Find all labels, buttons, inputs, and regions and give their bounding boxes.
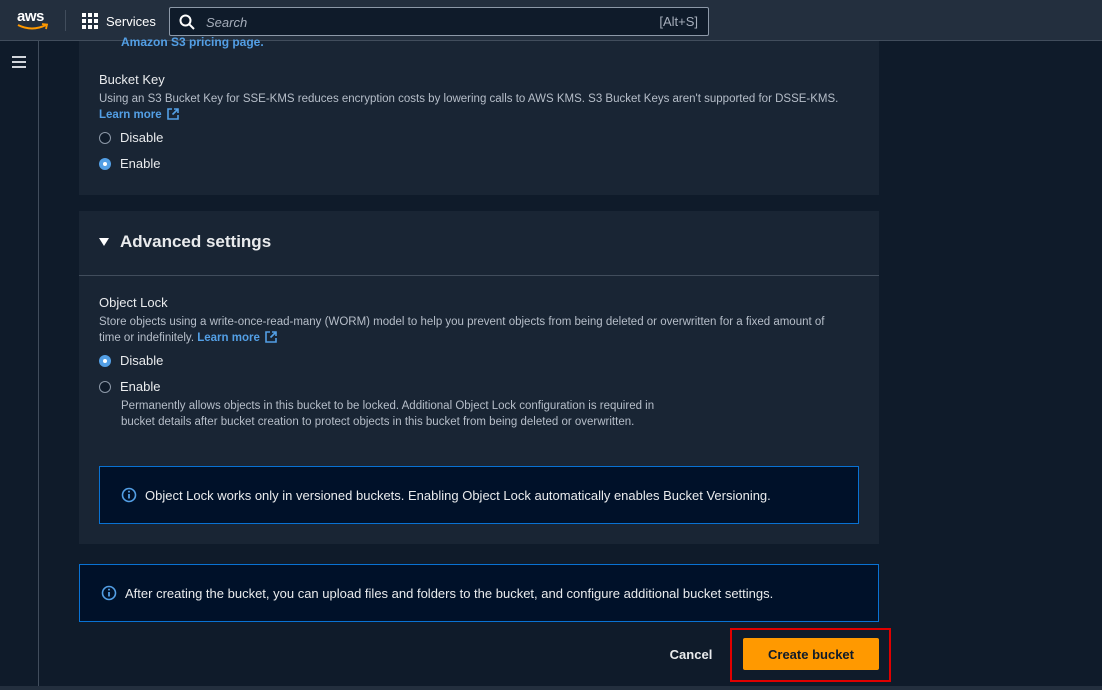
radio-label: Enable [120, 379, 161, 394]
search-shortcut-hint: [Alt+S] [659, 14, 698, 29]
aws-smile-icon [17, 23, 49, 30]
bucket-key-enable-radio[interactable]: Enable [99, 156, 160, 171]
object-lock-description: Store objects using a write-once-read-ma… [99, 314, 839, 346]
radio-button-selected[interactable] [99, 354, 111, 367]
s3-pricing-link[interactable]: Amazon S3 pricing page. [121, 35, 264, 49]
bucket-key-title: Bucket Key [99, 72, 165, 87]
bucket-key-disable-radio[interactable]: Disable [99, 130, 163, 145]
advanced-settings-header[interactable]: Advanced settings [79, 211, 879, 276]
cancel-button[interactable]: Cancel [662, 644, 720, 664]
caret-down-icon[interactable] [99, 238, 109, 246]
search-icon [179, 14, 195, 30]
advanced-settings-panel: Advanced settings Object Lock Store obje… [79, 211, 879, 544]
footer-info-alert: After creating the bucket, you can uploa… [79, 564, 879, 622]
object-lock-info-text: Object Lock works only in versioned buck… [145, 487, 771, 503]
external-link-icon [166, 108, 179, 120]
footer-info-text: After creating the bucket, you can uploa… [125, 585, 774, 601]
radio-button[interactable] [99, 131, 111, 144]
bucket-key-learn-more-link[interactable]: Learn more [99, 108, 180, 121]
object-lock-enable-description: Permanently allows objects in this bucke… [121, 400, 655, 428]
radio-label: Disable [120, 353, 164, 368]
info-icon [101, 585, 117, 601]
bottom-edge [0, 686, 1102, 690]
create-bucket-button[interactable]: Create bucket [743, 638, 879, 670]
radio-label: Disable [120, 130, 164, 145]
menu-icon[interactable] [12, 56, 26, 68]
object-lock-learn-more-link[interactable]: Learn more [197, 331, 278, 344]
advanced-settings-title[interactable]: Advanced settings [120, 232, 271, 252]
services-menu-button[interactable]: Services [82, 12, 156, 30]
external-link-icon [265, 331, 277, 343]
bucket-key-description: Using an S3 Bucket Key for SSE-KMS reduc… [99, 91, 859, 123]
info-icon [121, 487, 137, 503]
nav-divider [65, 10, 66, 31]
encryption-panel: Amazon S3 pricing page. Bucket Key Using… [79, 35, 879, 195]
search-box[interactable]: [Alt+S] [169, 7, 709, 36]
services-label: Services [106, 13, 156, 29]
object-lock-disable-radio[interactable]: Disable [99, 353, 163, 368]
radio-button[interactable] [99, 380, 111, 393]
bucket-key-description-text: Using an S3 Bucket Key for SSE-KMS reduc… [99, 93, 839, 105]
learn-more-label: Learn more [197, 332, 260, 344]
side-rail [0, 41, 39, 690]
radio-label: Enable [120, 156, 161, 171]
object-lock-info-alert: Object Lock works only in versioned buck… [99, 466, 859, 524]
radio-button-selected[interactable] [99, 157, 111, 170]
learn-more-label: Learn more [99, 109, 162, 121]
object-lock-enable-radio[interactable]: Enable [99, 379, 160, 394]
object-lock-title: Object Lock [99, 295, 168, 310]
aws-logo[interactable]: aws [17, 8, 49, 34]
services-grid-icon [82, 13, 98, 29]
search-input[interactable] [204, 12, 628, 33]
